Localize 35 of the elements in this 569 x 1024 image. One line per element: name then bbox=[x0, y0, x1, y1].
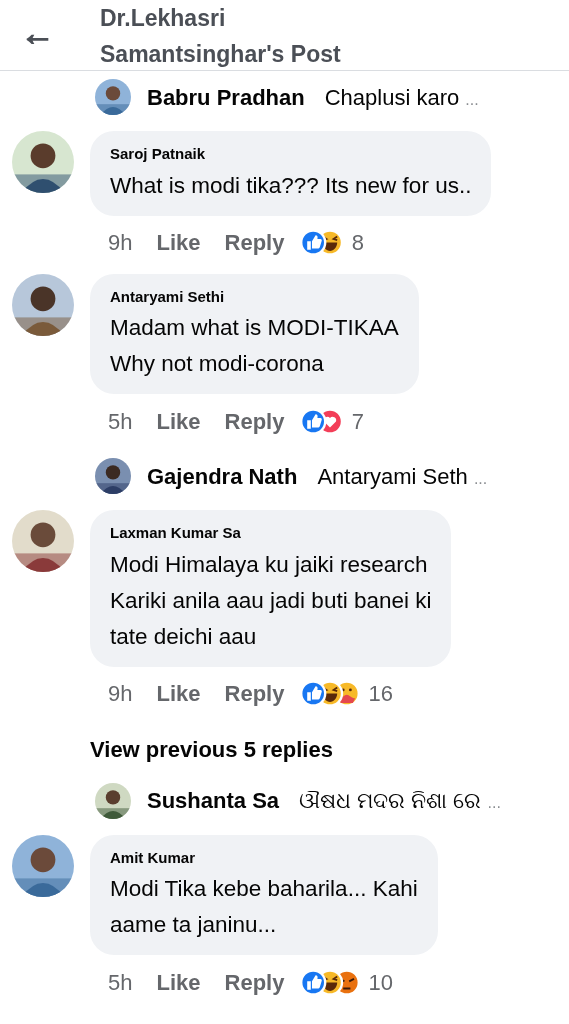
reply-preview-text: ଔଷଧ ମଦର ନିଶା ରେ ... bbox=[299, 787, 501, 815]
comment-time: 5h bbox=[108, 968, 133, 997]
reply-link[interactable]: Reply bbox=[224, 404, 285, 438]
like-link[interactable]: Like bbox=[156, 965, 201, 999]
comment-text: Modi Tika kebe baharila... Kahi aame ta janinu... bbox=[110, 875, 418, 939]
reply-link[interactable]: Reply bbox=[224, 677, 285, 710]
reaction-count: 10 bbox=[368, 968, 393, 997]
view-replies-link[interactable]: View previous 5 replies bbox=[90, 733, 333, 766]
comment-author[interactable]: Antaryami Sethi bbox=[110, 285, 399, 308]
comment-author[interactable]: Laxman Kumar Sa bbox=[110, 522, 432, 545]
reactions-icon[interactable] bbox=[300, 679, 361, 708]
reply-author[interactable]: Babru Pradhan bbox=[147, 80, 305, 114]
like-link[interactable]: Like bbox=[156, 404, 201, 438]
reply-link[interactable]: Reply bbox=[224, 226, 285, 259]
reaction-count: 7 bbox=[351, 407, 364, 436]
comment-text: Modi Himalaya ku jaiki research Kariki anila aau jadi buti banei ki tate deichi aau bbox=[110, 550, 432, 651]
reaction-count: 16 bbox=[368, 680, 393, 708]
comment-time: 9h bbox=[108, 680, 133, 708]
window-title: Dr.Lekhasri Samantsinghar's Post bbox=[100, 4, 342, 69]
reply-author[interactable]: Sushanta Sa bbox=[147, 784, 280, 817]
comment-author[interactable]: Amit Kumar bbox=[110, 846, 418, 869]
comment-text: Madam what is MODI-TIKAA Why not modi-corona bbox=[110, 314, 399, 378]
comment-author[interactable]: Saroj Patnaik bbox=[110, 143, 472, 166]
like-link[interactable]: Like bbox=[156, 677, 201, 710]
reply-preview-text: Antaryami Seth ... bbox=[317, 462, 488, 491]
reactions-icon[interactable] bbox=[300, 228, 344, 257]
reply-author[interactable]: Gajendra Nath bbox=[147, 459, 298, 493]
reply-preview-text: Chaplusi karo ... bbox=[324, 83, 479, 112]
reply-link[interactable]: Reply bbox=[224, 965, 285, 999]
comment-time: 5h bbox=[108, 407, 133, 436]
comment-text: What is modi tika??? Its new for us.. bbox=[110, 171, 472, 200]
comment-time: 9h bbox=[108, 229, 133, 257]
back-icon[interactable]: ← bbox=[0, 0, 75, 70]
reaction-count: 8 bbox=[351, 229, 364, 257]
like-link[interactable]: Like bbox=[156, 226, 201, 259]
